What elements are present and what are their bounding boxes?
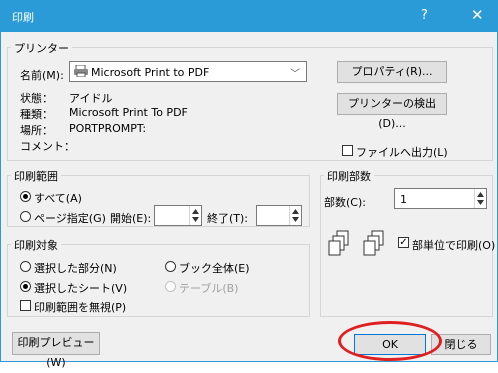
end-page-input[interactable] — [256, 205, 302, 226]
start-page-input[interactable] — [154, 205, 202, 226]
start-page-spinner[interactable] — [189, 206, 201, 225]
properties-button[interactable]: プロパティ(R)... — [337, 61, 447, 83]
print-dialog: 印刷 ? ✕ プリンター 名前(M): Microsoft Print to P… — [0, 0, 498, 369]
selected-sheets-label[interactable]: 選択したシート(V) — [34, 280, 127, 296]
printer-group-label: プリンター — [11, 40, 72, 56]
copies-count-label: 部数(C): — [324, 196, 366, 209]
end-page-spinner[interactable] — [289, 206, 301, 225]
collate-label[interactable]: 部単位で印刷(O) — [412, 237, 495, 253]
comment-label: コメント： — [20, 140, 75, 153]
range-pages-radio[interactable] — [20, 211, 31, 222]
title-bar: 印刷 ? ✕ — [1, 1, 497, 32]
location-label: 場所： — [20, 124, 53, 137]
status-label: 状態： — [20, 92, 53, 105]
ignore-print-area-label[interactable]: 印刷範囲を無視(P) — [34, 299, 126, 315]
copies-count-input[interactable]: 1 — [394, 188, 487, 209]
highlight-ellipse — [338, 321, 442, 361]
table-label: テーブル(B) — [179, 282, 239, 295]
printer-name-value: Microsoft Print to PDF — [91, 66, 210, 79]
collate-pages-icon — [328, 230, 388, 263]
dialog-title: 印刷 — [12, 11, 34, 24]
type-label: 種類： — [20, 108, 53, 121]
range-all-radio[interactable] — [20, 191, 31, 202]
type-value: Microsoft Print To PDF — [69, 106, 188, 119]
printer-name-dropdown[interactable]: Microsoft Print to PDF ﹀ — [69, 61, 307, 82]
whole-book-radio[interactable] — [165, 261, 176, 272]
find-printer-button[interactable]: プリンターの検出(D)... — [337, 93, 447, 130]
whole-book-label[interactable]: ブック全体(E) — [179, 260, 250, 276]
end-page-label: 終了(T): — [207, 212, 249, 225]
selection-part-label[interactable]: 選択した部分(N) — [34, 260, 117, 276]
print-to-file-checkbox[interactable] — [342, 145, 353, 156]
copies-count-value: 1 — [400, 193, 407, 206]
close-window-button[interactable]: ✕ — [471, 6, 484, 24]
printer-icon — [74, 64, 88, 78]
chevron-down-icon: ﹀ — [290, 69, 300, 80]
table-radio — [165, 281, 176, 292]
help-button[interactable]: ? — [421, 8, 428, 23]
range-all-label[interactable]: すべて(A) — [34, 190, 82, 206]
print-target-group-label: 印刷対象 — [11, 237, 61, 253]
copies-group-label: 印刷部数 — [324, 168, 374, 184]
location-value: PORTPROMPT: — [69, 122, 147, 135]
start-page-label: 開始(E): — [110, 212, 152, 225]
selected-sheets-radio[interactable] — [20, 281, 31, 292]
printer-name-label: 名前(M): — [20, 69, 64, 82]
ignore-print-area-checkbox[interactable] — [20, 300, 31, 311]
collate-checkbox[interactable]: ✓ — [398, 237, 409, 248]
status-value: アイドル — [69, 92, 113, 105]
print-range-group-label: 印刷範囲 — [11, 168, 61, 184]
print-preview-button[interactable]: 印刷プレビュー(W) — [12, 332, 100, 369]
copies-spinner[interactable] — [474, 189, 486, 208]
print-to-file-label[interactable]: ファイルへ出力(L) — [356, 144, 448, 160]
range-pages-label[interactable]: ページ指定(G) — [34, 210, 106, 226]
selection-part-radio[interactable] — [20, 261, 31, 272]
